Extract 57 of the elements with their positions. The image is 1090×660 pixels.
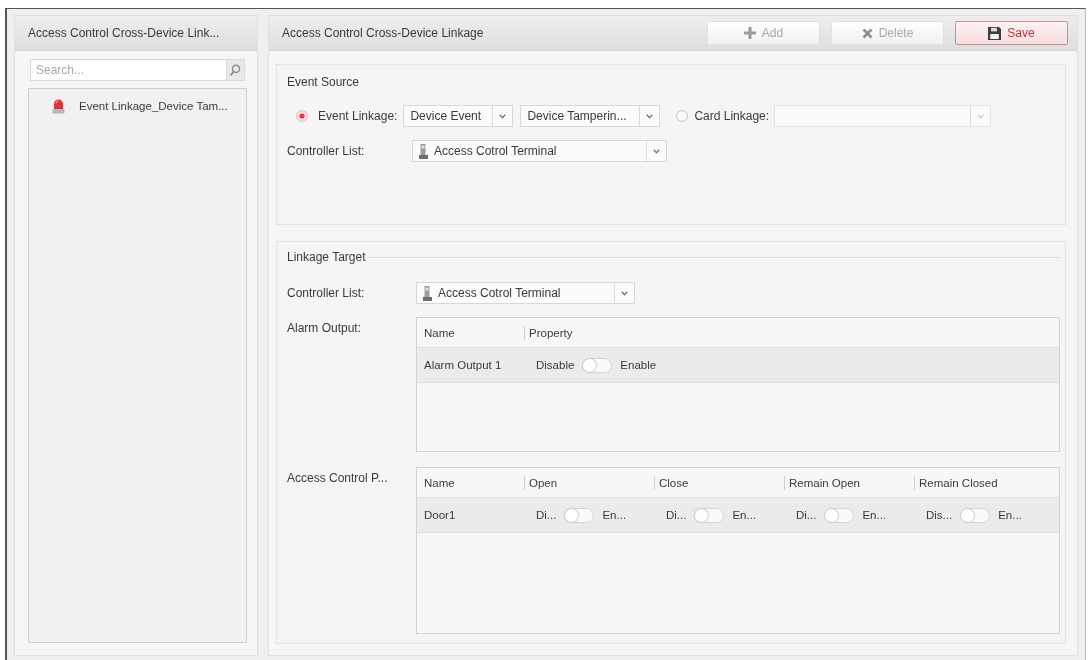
cross-icon [861, 27, 873, 39]
toggle-label: En... [998, 509, 1022, 521]
field-label: Controller List: [287, 144, 366, 158]
radio-button[interactable] [296, 110, 308, 122]
table-cell-text: Alarm Output 1 [424, 359, 503, 371]
toggle-label: Di... [666, 509, 687, 521]
toggle-label: Enable [620, 359, 657, 371]
radio-button[interactable] [676, 110, 689, 122]
column-header[interactable]: Open [524, 475, 654, 490]
save-button[interactable]: Save [955, 21, 1068, 45]
toggle-switch[interactable] [824, 507, 855, 523]
toggle-label: Disable [536, 359, 575, 371]
field-label: Access Control P... [287, 471, 389, 485]
column-header[interactable]: Remain Open [784, 475, 914, 490]
device-icon [419, 143, 428, 159]
alarm-light-icon [52, 98, 65, 114]
toggle-switch[interactable] [694, 507, 725, 523]
search-field[interactable]: Search... [30, 59, 227, 81]
column-header[interactable]: Close [654, 475, 784, 490]
dropdown[interactable]: Access Cotrol Terminal [416, 282, 635, 304]
search-icon [230, 64, 241, 76]
dropdown[interactable]: Device Tamperin... [520, 105, 661, 127]
chevron-down-icon [653, 148, 660, 154]
table-row[interactable]: Alarm Output 1 Disable Enable [417, 348, 1059, 383]
radio-label[interactable]: Event Linkage: [318, 109, 398, 123]
toggle-label: Di... [536, 509, 557, 521]
sidebar-title: Access Control Cross-Device Link... [15, 16, 257, 51]
device-icon [423, 285, 432, 301]
group-title: Event Source [287, 74, 360, 90]
toggle-label: En... [602, 509, 627, 521]
field-label: Alarm Output: [287, 321, 363, 335]
chevron-down-icon [499, 113, 507, 119]
tree-item[interactable]: Event Linkage_Device Tam... [29, 97, 246, 115]
radio-label[interactable]: Card Linkage: [694, 109, 770, 123]
dropdown[interactable]: Access Cotrol Terminal [412, 140, 667, 162]
field-label: Controller List: [287, 286, 366, 300]
column-header[interactable]: Name [424, 475, 524, 490]
table-row[interactable]: Door1 Di... En... Di... En... Di... En... Dis... En... [417, 498, 1059, 533]
plus-icon [743, 27, 756, 39]
column-header[interactable]: Property [524, 325, 1059, 340]
toggle-label: En... [862, 509, 887, 521]
toggle-label: Dis... [926, 509, 953, 521]
table-cell-text: Door1 [424, 509, 457, 521]
toggle-label: En... [732, 509, 757, 521]
search-button[interactable] [227, 59, 245, 81]
toggle-switch[interactable] [582, 357, 613, 373]
chevron-down-icon [977, 113, 985, 119]
column-header[interactable]: Remain Closed [914, 475, 1059, 490]
toggle-switch[interactable] [960, 507, 991, 523]
panel-title: Access Control Cross-Device Linkage [282, 25, 484, 42]
toggle-switch[interactable] [564, 507, 595, 523]
dropdown[interactable]: Device Event [403, 105, 514, 127]
group-title: Linkage Target [287, 249, 366, 265]
chevron-down-icon [621, 290, 628, 296]
chevron-down-icon [646, 113, 654, 119]
toggle-label: Di... [796, 509, 817, 521]
column-header[interactable]: Name [424, 325, 524, 340]
